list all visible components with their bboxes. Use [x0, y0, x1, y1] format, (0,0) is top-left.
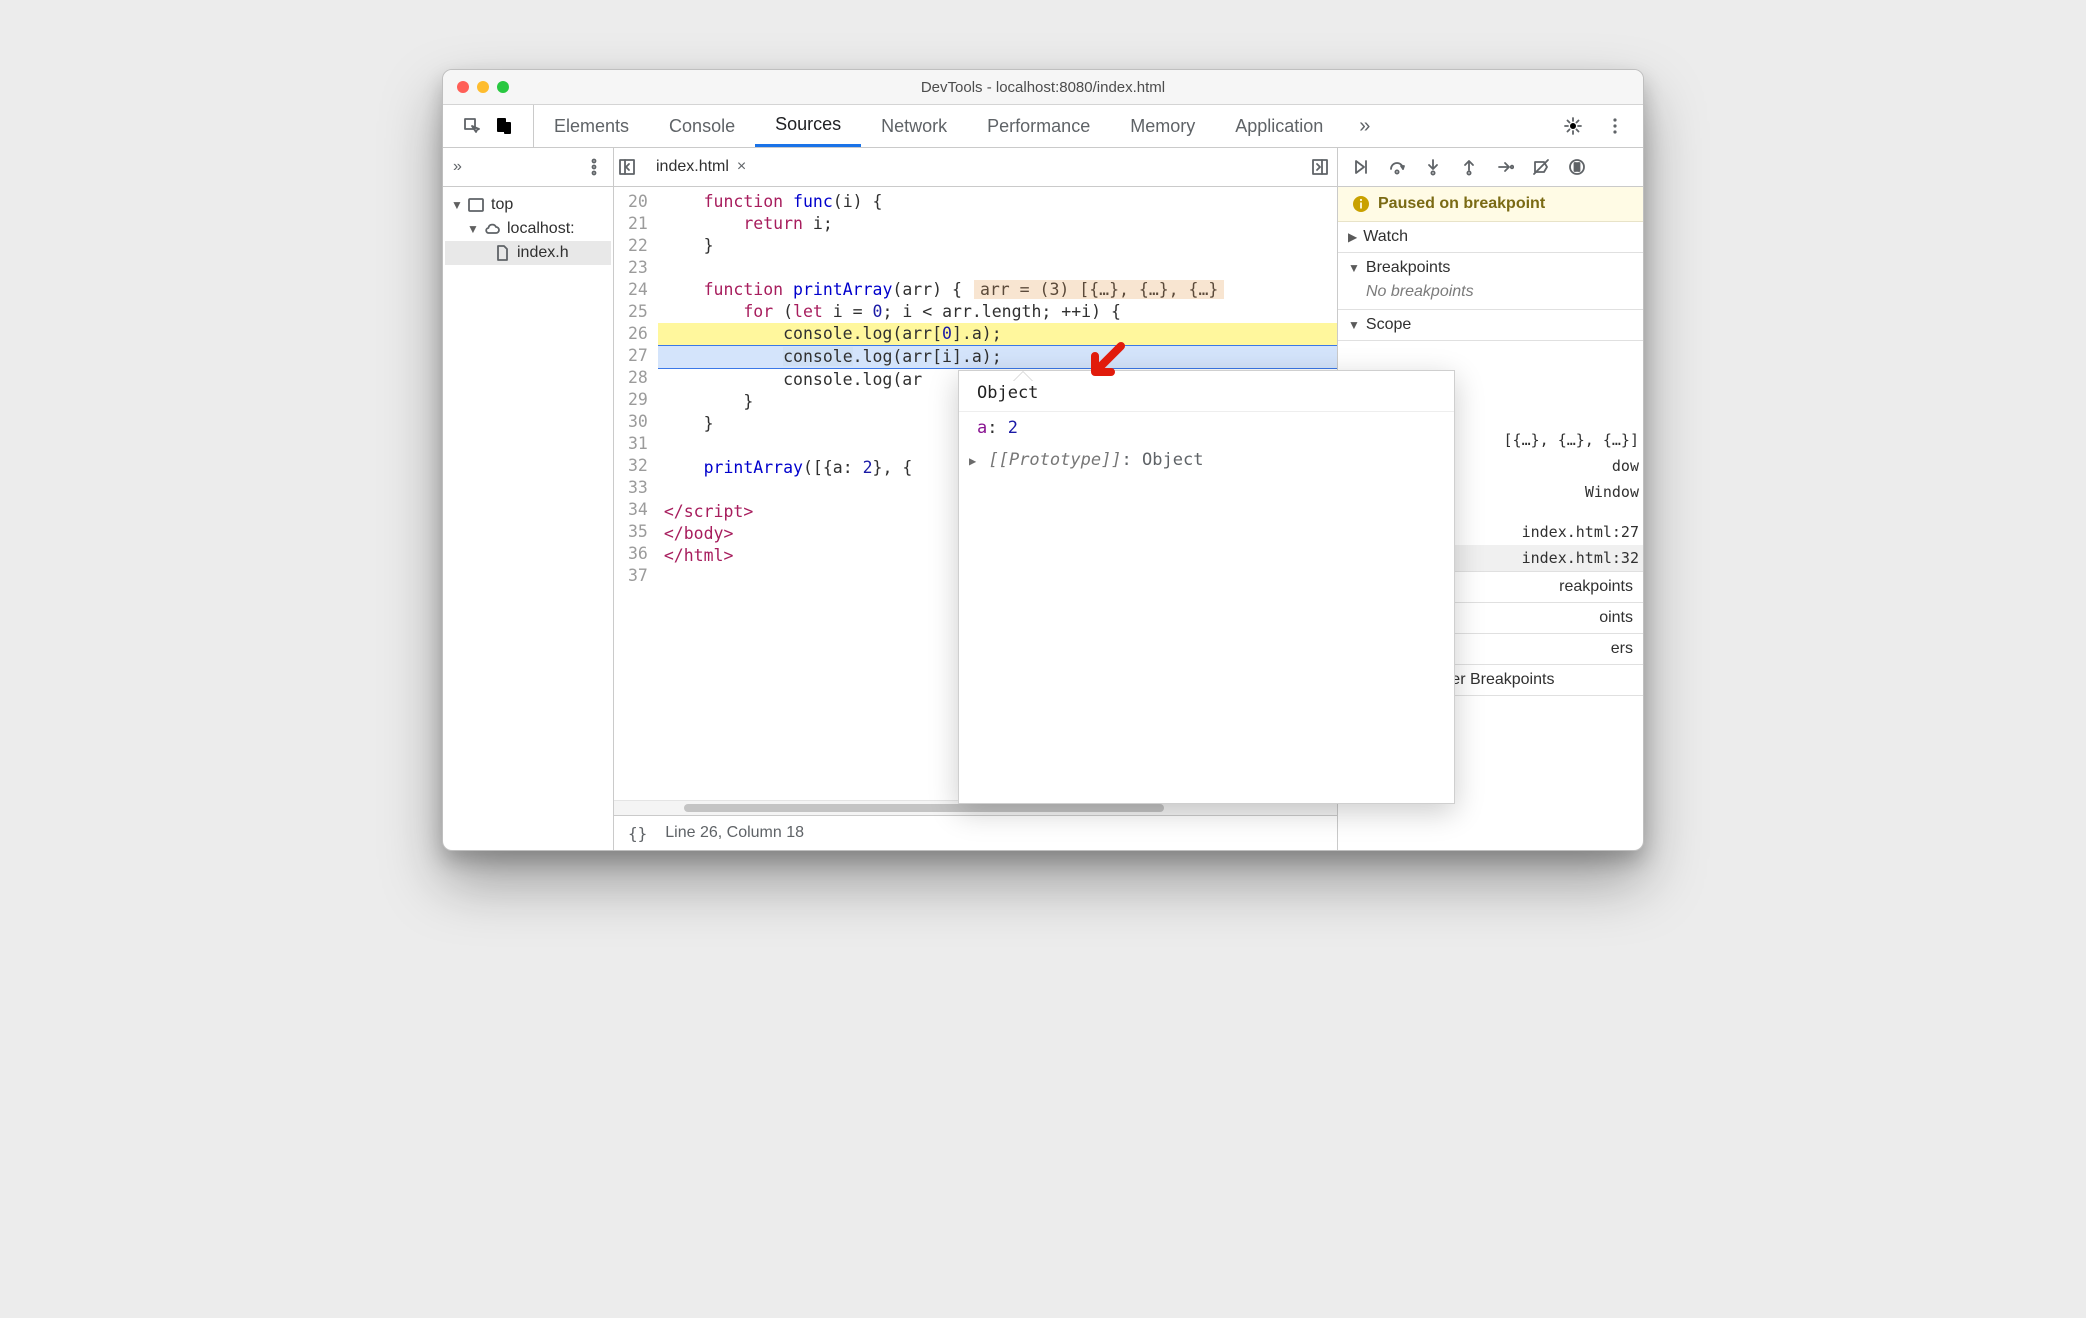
tab-console[interactable]: Console [649, 105, 755, 147]
navigator-dropdown-icon[interactable]: » [453, 158, 462, 176]
tree-top-frame[interactable]: ▼ top [445, 193, 611, 217]
popover-prop-value: 2 [1008, 418, 1018, 438]
step-over-icon[interactable] [1388, 158, 1406, 176]
step-icon[interactable] [1496, 158, 1514, 176]
titlebar: DevTools - localhost:8080/index.html [443, 70, 1643, 105]
editor-tabstrip: index.html × [614, 148, 1337, 187]
editor-tab-index[interactable]: index.html × [646, 154, 756, 180]
gutter[interactable]: 202122232425262728293031323334353637 [614, 187, 658, 593]
code-line[interactable]: console.log(arr[0].a); [658, 323, 1337, 345]
panel-tabs: Elements Console Sources Network Perform… [534, 105, 1545, 147]
popover-proto-label: [[Prototype]] [988, 450, 1121, 470]
annotation-arrow-icon [1085, 342, 1127, 384]
toggle-navigator-icon[interactable] [618, 158, 636, 176]
breakpoints-empty: No breakpoints [1348, 277, 1633, 303]
devtools-window: DevTools - localhost:8080/index.html Ele… [442, 69, 1644, 851]
breakpoints-label: Breakpoints [1366, 259, 1451, 277]
scope-window-local: dow [1612, 457, 1639, 475]
navigator-toolbar: » [443, 148, 613, 187]
popover-proto-value: Object [1142, 450, 1203, 470]
code-line[interactable]: for (let i = 0; i < arr.length; ++i) { [658, 301, 1337, 323]
tab-network[interactable]: Network [861, 105, 967, 147]
deactivate-breakpoints-icon[interactable] [1532, 158, 1550, 176]
frame-icon [467, 196, 485, 214]
scope-label: Scope [1366, 316, 1411, 334]
info-icon [1352, 195, 1370, 213]
code-line[interactable]: function printArray(arr) {arr = (3) [{…}… [658, 279, 1337, 301]
breakpoints-section[interactable]: ▼ Breakpoints No breakpoints [1338, 253, 1643, 310]
caret-down-icon: ▼ [1348, 261, 1360, 275]
tabs-overflow-icon[interactable]: » [1343, 105, 1386, 147]
popover-header: Object [959, 377, 1454, 412]
code-line[interactable]: function func(i) { [658, 191, 1337, 213]
event-categories-label: ers [1611, 640, 1633, 658]
caret-down-icon: ▼ [467, 222, 477, 236]
tab-application[interactable]: Application [1215, 105, 1343, 147]
tree-file-index[interactable]: index.h [445, 241, 611, 265]
popover-prototype[interactable]: ▶ [[Prototype]]: Object [959, 444, 1454, 476]
tree-origin[interactable]: ▼ localhost: [445, 217, 611, 241]
paused-text: Paused on breakpoint [1378, 195, 1545, 213]
scope-arr-value: [{…}, {…}, {…}] [1504, 431, 1639, 449]
window-title: DevTools - localhost:8080/index.html [443, 79, 1643, 96]
pause-on-exceptions-icon[interactable] [1568, 158, 1586, 176]
tab-sources[interactable]: Sources [755, 105, 861, 147]
tab-memory[interactable]: Memory [1110, 105, 1215, 147]
caret-down-icon: ▼ [1348, 318, 1360, 332]
scope-window-global: Window [1585, 483, 1639, 501]
editor-statusbar: {} Line 26, Column 18 [614, 815, 1337, 850]
kebab-menu-icon[interactable] [1605, 116, 1625, 136]
tree-origin-label: localhost: [507, 220, 575, 238]
callstack-frame-1-loc: index.html:32 [1522, 549, 1639, 567]
resume-icon[interactable] [1352, 158, 1370, 176]
dom-breakpoints-label: reakpoints [1559, 578, 1633, 596]
navigator-menu-icon[interactable] [585, 158, 603, 176]
toggle-debugger-icon[interactable] [1311, 158, 1329, 176]
watch-section[interactable]: ▶ Watch [1338, 222, 1643, 253]
code-line[interactable] [658, 257, 1337, 279]
caret-down-icon: ▼ [451, 198, 461, 212]
settings-icon[interactable] [1563, 116, 1583, 136]
tab-elements[interactable]: Elements [534, 105, 649, 147]
navigator-tree: ▼ top ▼ localhost: index.h [443, 187, 613, 271]
code-line[interactable]: return i; [658, 213, 1337, 235]
inline-value-label: arr = (3) [{…}, {…}, {…} [974, 280, 1224, 299]
pretty-print-icon[interactable]: {} [628, 824, 647, 843]
step-into-icon[interactable] [1424, 158, 1442, 176]
caret-right-icon: ▶ [1348, 230, 1357, 244]
debugger-toolbar [1338, 148, 1643, 187]
navigator-pane: » ▼ top ▼ localhost: index.h [443, 148, 614, 850]
cloud-icon [483, 220, 501, 238]
paused-banner: Paused on breakpoint [1338, 187, 1643, 222]
panel-tabstrip: Elements Console Sources Network Perform… [443, 105, 1643, 148]
editor-tab-close-icon[interactable]: × [737, 158, 746, 176]
tabstrip-lead-icons [443, 105, 534, 147]
xhr-breakpoints-label: oints [1599, 609, 1633, 627]
value-popover: Object a: 2 ▶ [[Prototype]]: Object [958, 370, 1455, 804]
caret-right-icon: ▶ [969, 454, 976, 468]
scope-section[interactable]: ▼ Scope [1338, 310, 1643, 341]
tree-top-label: top [491, 196, 513, 214]
device-toggle-icon[interactable] [494, 116, 514, 136]
tabstrip-trail-icons [1545, 105, 1643, 147]
file-icon [493, 244, 511, 262]
inspect-element-icon[interactable] [462, 116, 482, 136]
watch-label: Watch [1363, 228, 1408, 246]
step-out-icon[interactable] [1460, 158, 1478, 176]
code-line[interactable]: } [658, 235, 1337, 257]
cursor-position: Line 26, Column 18 [665, 824, 804, 842]
callstack-frame-0-loc: index.html:27 [1522, 523, 1639, 541]
popover-prop-key: a [977, 418, 987, 438]
tree-file-label: index.h [517, 244, 569, 262]
code-line[interactable]: console.log(arr[i].a); [658, 345, 1337, 369]
popover-property[interactable]: a: 2 [959, 412, 1454, 444]
tab-performance[interactable]: Performance [967, 105, 1110, 147]
editor-tab-label: index.html [656, 158, 729, 176]
